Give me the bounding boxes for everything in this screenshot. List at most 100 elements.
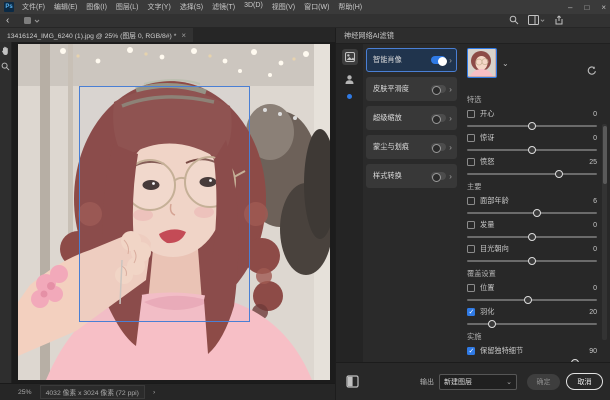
checkbox[interactable] (467, 284, 475, 292)
checkbox[interactable] (467, 347, 475, 355)
tab-close-icon[interactable]: × (181, 31, 186, 40)
slider-knob[interactable] (555, 170, 563, 178)
minimize-button[interactable]: – (568, 3, 572, 12)
filter-item-super-zoom[interactable]: 超级缩放 › (366, 106, 457, 130)
zoom-tool-icon[interactable] (1, 62, 10, 71)
slider-label: 发量 (480, 220, 588, 230)
slider-knob[interactable] (528, 146, 536, 154)
slider-row-feather: 羽化 20 (467, 307, 597, 325)
menu-window[interactable]: 窗口(W) (304, 2, 329, 12)
output-label: 输出 (420, 377, 434, 387)
slider[interactable] (467, 260, 597, 262)
scrollbar[interactable] (602, 124, 607, 340)
section-header-featured: 特选 (467, 95, 597, 105)
thumbnail-dropdown-icon[interactable]: ⌄ (502, 59, 509, 68)
reset-icon[interactable] (586, 66, 597, 76)
document-tab-bar: 13416124_IMG_6240 (1).jpg @ 25% (图层 0, R… (0, 28, 335, 42)
slider[interactable] (467, 149, 597, 151)
slider-row-happiness: 开心 0 (467, 109, 597, 127)
scrollbar-thumb[interactable] (603, 126, 607, 184)
ok-button[interactable]: 确定 (527, 374, 560, 390)
slider[interactable] (467, 236, 597, 238)
slider-row-facial-age: 面部年龄 6 (467, 196, 597, 214)
checkbox[interactable] (467, 134, 475, 142)
canvas-area[interactable] (12, 42, 335, 383)
filter-item-smart-portrait[interactable]: 智能肖像 › (366, 48, 457, 72)
zoom-level-field[interactable]: 25% (18, 389, 32, 396)
filter-item-dust-scratches[interactable]: 蒙尘与划痕 › (366, 135, 457, 159)
chevron-right-icon: › (449, 55, 452, 65)
slider-label: 面部年龄 (480, 196, 588, 206)
slider-knob[interactable] (488, 320, 496, 328)
section-header-main: 主要 (467, 182, 597, 192)
maximize-button[interactable]: □ (584, 3, 589, 12)
slider-value: 0 (593, 285, 597, 292)
chevron-down-icon: ⌄ (506, 378, 512, 386)
filter-item-skin-smoothing[interactable]: 皮肤平滑度 › (366, 77, 457, 101)
checkbox[interactable] (467, 221, 475, 229)
filter-item-style-transfer[interactable]: 样式转换 › (366, 164, 457, 188)
options-bar: ‹ (0, 14, 610, 28)
slider-knob[interactable] (528, 122, 536, 130)
status-chevron-icon[interactable]: › (153, 389, 155, 396)
slider-label: 保留独特细节 (480, 346, 584, 356)
menu-view[interactable]: 视图(V) (272, 2, 295, 12)
slider-label: 开心 (480, 109, 588, 119)
face-thumbnail[interactable] (467, 48, 497, 78)
menu-type[interactable]: 文字(Y) (147, 2, 170, 12)
checkbox[interactable] (467, 308, 475, 316)
slider[interactable] (467, 173, 597, 175)
menu-filter[interactable]: 滤镜(T) (212, 2, 235, 12)
preview-settings-icon[interactable] (23, 16, 40, 25)
menu-3d[interactable]: 3D(D) (244, 2, 263, 12)
face-detection-box[interactable] (79, 86, 250, 322)
menu-edit[interactable]: 编辑(E) (54, 2, 77, 12)
slider-value: 0 (593, 111, 597, 118)
slider[interactable] (467, 299, 597, 301)
close-button[interactable]: × (601, 3, 606, 12)
portrait-category-icon[interactable] (344, 74, 355, 85)
slider-knob[interactable] (524, 296, 532, 304)
window-controls: – □ × (568, 0, 606, 14)
checkbox[interactable] (467, 197, 475, 205)
checkbox[interactable] (467, 158, 475, 166)
slider[interactable] (467, 212, 597, 214)
filter-toggle[interactable] (431, 114, 446, 122)
slider[interactable] (467, 323, 597, 325)
slider-label: 目光朝向 (480, 244, 588, 254)
before-after-preview-icon[interactable] (346, 375, 359, 388)
photoshop-logo-icon: Ps (4, 2, 14, 12)
document-tab[interactable]: 13416124_IMG_6240 (1).jpg @ 25% (图层 0, R… (0, 28, 193, 42)
output-dropdown[interactable]: 新建图层 ⌄ (439, 374, 517, 390)
slider[interactable] (467, 125, 597, 127)
filter-label: 皮肤平滑度 (373, 84, 428, 94)
share-icon[interactable] (554, 15, 564, 25)
slider-row-anger: 愤怒 25 (467, 157, 597, 175)
workspace-switcher-icon[interactable] (528, 15, 545, 25)
filter-toggle[interactable] (431, 143, 446, 151)
filter-toggle[interactable] (431, 56, 446, 64)
menu-image[interactable]: 图像(I) (86, 2, 107, 12)
checkbox[interactable] (467, 245, 475, 253)
back-icon[interactable]: ‹ (6, 16, 9, 26)
filter-toggle[interactable] (431, 85, 446, 93)
menu-select[interactable]: 选择(S) (180, 2, 203, 12)
all-filters-icon[interactable] (342, 49, 358, 65)
slider-knob[interactable] (533, 209, 541, 217)
filter-toggle[interactable] (431, 172, 446, 180)
slider-knob[interactable] (528, 257, 536, 265)
hand-tool-icon[interactable] (1, 46, 10, 56)
menu-file[interactable]: 文件(F) (22, 2, 45, 12)
photo-canvas[interactable] (18, 44, 330, 380)
filter-list: 智能肖像 › 皮肤平滑度 › 超级缩放 › 蒙尘与划痕 › 样式转换 (363, 44, 460, 362)
document-tab-title: 13416124_IMG_6240 (1).jpg @ 25% (图层 0, R… (7, 30, 176, 40)
slider-knob[interactable] (528, 233, 536, 241)
checkbox[interactable] (467, 110, 475, 118)
cancel-button[interactable]: 取消 (566, 373, 603, 390)
menu-help[interactable]: 帮助(H) (338, 2, 362, 12)
titlebar: Ps 文件(F) 编辑(E) 图像(I) 图层(L) 文字(Y) 选择(S) 滤… (0, 0, 610, 14)
chevron-right-icon: › (449, 171, 452, 181)
menu-layer[interactable]: 图层(L) (116, 2, 139, 12)
panel-footer: 输出 新建图层 ⌄ 确定 取消 (336, 362, 610, 400)
search-icon[interactable] (509, 15, 519, 25)
